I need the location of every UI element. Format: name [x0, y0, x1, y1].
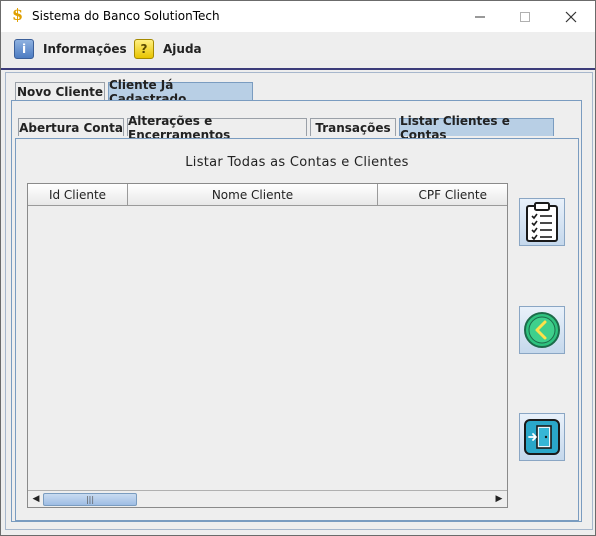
horizontal-scrollbar[interactable]: ◀ ||| ▶: [28, 490, 507, 507]
scroll-thumb[interactable]: |||: [43, 493, 137, 506]
minimize-icon: [474, 16, 485, 17]
column-header-nome-cliente[interactable]: Nome Cliente: [128, 184, 378, 206]
close-button[interactable]: [548, 1, 593, 32]
close-icon: [565, 11, 576, 22]
tab-transacoes[interactable]: Transações: [310, 118, 396, 136]
clipboard-checklist-icon: [526, 202, 558, 242]
table-body: [28, 206, 507, 490]
list-button[interactable]: [519, 198, 565, 246]
back-button[interactable]: [519, 306, 565, 354]
exit-button[interactable]: [519, 413, 565, 461]
window-title: Sistema do Banco SolutionTech: [32, 9, 220, 23]
help-icon: ?: [134, 39, 154, 59]
main-window: $ Sistema do Banco SolutionTech i Inform…: [0, 0, 596, 536]
dollar-icon: $: [12, 5, 24, 24]
menu-bar: i Informações ? Ajuda: [1, 32, 595, 70]
menu-ajuda[interactable]: ? Ajuda: [134, 38, 202, 60]
tab-listar-clientes-contas[interactable]: Listar Clientes e Contas: [399, 114, 554, 142]
column-header-id-cliente[interactable]: Id Cliente: [28, 184, 128, 206]
info-icon: i: [14, 39, 34, 59]
tab-abertura-conta[interactable]: Abertura Conta: [18, 118, 124, 136]
menu-ajuda-label: Ajuda: [163, 42, 202, 56]
menu-informacoes[interactable]: i Informações: [14, 38, 127, 60]
exit-door-icon: [524, 419, 560, 455]
clients-table[interactable]: Id Cliente Nome Cliente CPF Cliente ◀ ||…: [27, 183, 508, 508]
column-header-cpf-cliente[interactable]: CPF Cliente: [378, 184, 507, 206]
tab-alteracoes-encerramentos[interactable]: Alterações e Encerramentos: [127, 114, 307, 142]
minimize-button[interactable]: [457, 1, 502, 32]
menu-informacoes-label: Informações: [43, 42, 127, 56]
tab-cliente-ja-cadastrado[interactable]: Cliente Já Cadastrado: [108, 78, 253, 106]
title-bar: $ Sistema do Banco SolutionTech: [1, 1, 595, 32]
table-header: Id Cliente Nome Cliente CPF Cliente: [28, 184, 507, 206]
tab-novo-cliente[interactable]: Novo Cliente: [15, 82, 105, 100]
maximize-button[interactable]: [502, 1, 547, 32]
maximize-icon: [519, 11, 530, 22]
panel-title: Listar Todas as Contas e Clientes: [185, 155, 409, 170]
scroll-left-icon[interactable]: ◀: [29, 492, 43, 506]
scroll-right-icon[interactable]: ▶: [492, 492, 506, 506]
chevron-left-icon: [524, 312, 560, 348]
